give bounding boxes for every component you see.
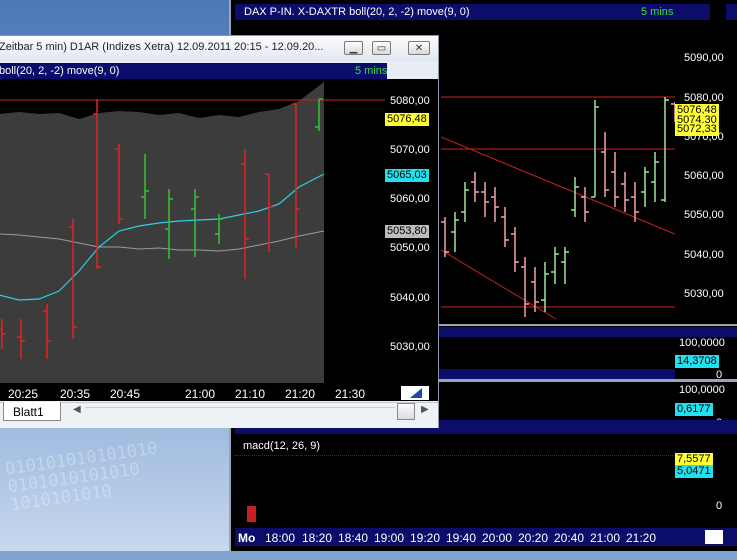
front-time-2110: 21:10 — [235, 387, 266, 401]
front-interval: 5 mins — [355, 65, 388, 77]
scroll-right-arrow[interactable]: ▶ — [421, 404, 429, 415]
front-indicator-label: boll(20, 2, -2) move(9, 0) — [0, 65, 120, 77]
back-panel2-top: 100,0000 — [679, 337, 725, 349]
front-time-2120: 21:20 — [285, 387, 316, 401]
back-price-5060: 5060,00 — [684, 170, 724, 182]
front-price-5080: 5080,00 — [390, 95, 430, 107]
chart-pen-icon — [410, 388, 422, 398]
back-panel3-value: 0,6177 — [675, 403, 713, 416]
minimize-button[interactable]: ▁ — [344, 41, 363, 55]
back-price-bars — [441, 97, 675, 317]
back-panel2-value: 14,3708 — [675, 355, 719, 368]
back-day-label: Mo — [238, 531, 256, 545]
back-chart-interval: 5 mins — [641, 6, 674, 18]
back-panel3-top: 100,0000 — [679, 384, 725, 396]
back-channel-lower — [441, 249, 557, 320]
restore-button[interactable]: ▭ — [372, 41, 391, 55]
back-time-2040: 20:40 — [554, 531, 585, 545]
front-window-title: Zeitbar 5 min) D1AR (Indizes Xetra) 12.0… — [0, 41, 324, 53]
front-price-5060: 5060,00 — [390, 193, 430, 205]
back-macd-grid — [235, 455, 675, 524]
back-price-5090: 5090,00 — [684, 52, 724, 64]
front-time-2035: 20:35 — [60, 387, 91, 401]
back-macd-title: macd(12, 26, 9) — [243, 440, 321, 452]
back-price-5080: 5080,00 — [684, 92, 724, 104]
back-channel-upper — [441, 136, 675, 235]
desktop-binary-watermark: 010101010101010 0101010101010 1010101010 — [4, 438, 159, 516]
back-price-5040: 5040,00 — [684, 249, 724, 261]
back-time-1800: 18:00 — [265, 531, 296, 545]
back-time-1900: 19:00 — [374, 531, 405, 545]
back-time-2020: 20:20 — [518, 531, 549, 545]
front-badge-last: 5076,48 — [385, 113, 429, 126]
back-time-2120: 21:20 — [626, 531, 657, 545]
back-price-5050: 5050,00 — [684, 209, 724, 221]
front-time-2100: 21:00 — [185, 387, 216, 401]
front-price-5050: 5050,00 — [390, 242, 430, 254]
back-time-1820: 18:20 — [302, 531, 333, 545]
back-price-chart[interactable] — [441, 22, 675, 322]
front-chart-window: Zeitbar 5 min) D1AR (Indizes Xetra) 12.0… — [0, 35, 439, 428]
back-time-1940: 19:40 — [446, 531, 477, 545]
front-badge-ma: 5065,03 — [385, 169, 429, 182]
front-bollinger-band — [0, 82, 324, 383]
front-price-chart[interactable] — [0, 79, 385, 385]
front-time-2025: 20:25 — [8, 387, 39, 401]
back-time-1920: 19:20 — [410, 531, 441, 545]
scroll-left-arrow[interactable]: ◀ — [73, 404, 81, 415]
back-price-5030: 5030,00 — [684, 288, 724, 300]
front-time-2045: 20:45 — [110, 387, 141, 401]
back-chart-close-marker[interactable] — [710, 4, 726, 20]
front-price-5070: 5070,00 — [390, 144, 430, 156]
back-chart-title: DAX P-IN. X-DAXTR boll(20, 2, -2) move(9… — [244, 6, 470, 18]
back-macd-bar — [247, 506, 256, 522]
back-macd-value-2: 5,0471 — [675, 465, 713, 478]
horizontal-scrollbar[interactable] — [85, 407, 395, 416]
front-price-5040: 5040,00 — [390, 292, 430, 304]
sheet-tab-label: Blatt1 — [13, 405, 44, 419]
front-price-5030: 5030,00 — [390, 341, 430, 353]
front-time-2130: 21:30 — [335, 387, 366, 401]
close-button[interactable]: ✕ — [408, 41, 430, 55]
front-badge-band: 5053,80 — [385, 225, 429, 238]
back-time-2100: 21:00 — [590, 531, 621, 545]
back-macd-zero: 0 — [716, 500, 723, 512]
back-axis-tool-icon[interactable] — [705, 530, 723, 544]
back-time-2000: 20:00 — [482, 531, 513, 545]
scrollbar-thumb[interactable] — [397, 403, 415, 420]
back-badge-3: 5072,33 — [675, 123, 719, 136]
back-time-1840: 18:40 — [338, 531, 369, 545]
